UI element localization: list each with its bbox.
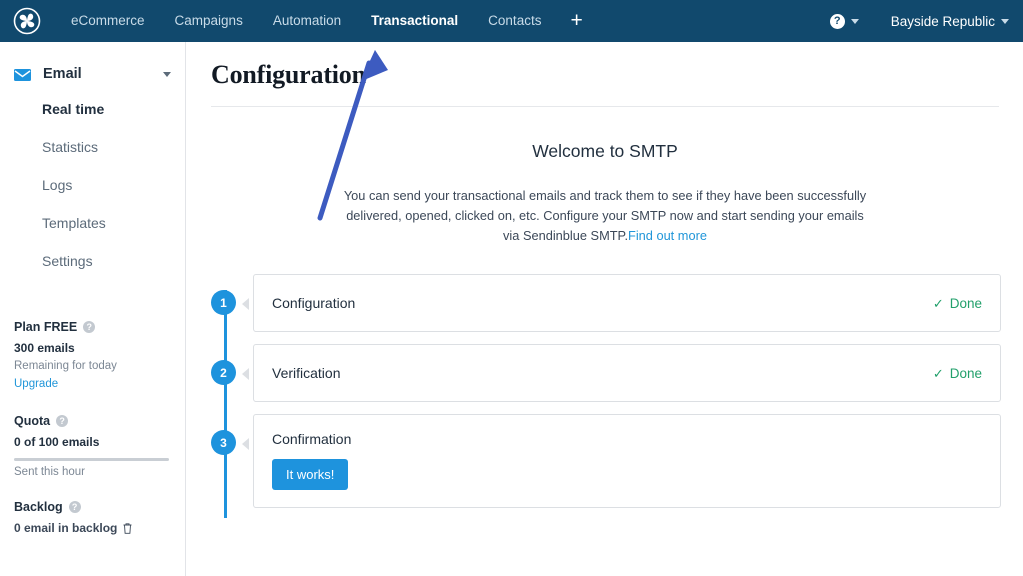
- step-configuration: 1 Configuration ✓ Done: [211, 274, 1001, 332]
- sidebar-item-templates[interactable]: Templates: [0, 204, 185, 242]
- chevron-down-icon: [850, 18, 859, 24]
- quota-subtitle: Sent this hour: [14, 466, 85, 478]
- step-notch: [242, 438, 249, 450]
- quota-progress-bar[interactable]: [14, 458, 169, 461]
- welcome-description: You can send your transactional emails a…: [340, 186, 870, 246]
- help-tooltip-icon[interactable]: ?: [56, 415, 69, 427]
- sidebar-item-logs[interactable]: Logs: [0, 166, 185, 204]
- step-card-confirmation[interactable]: Confirmation It works!: [253, 414, 1001, 508]
- plan-title-row: Plan FREE ?: [14, 320, 171, 334]
- backlog-block: Backlog ? 0 email in backlog: [0, 500, 185, 535]
- welcome-heading: Welcome to SMTP: [532, 141, 678, 161]
- nav-item-automation[interactable]: Automation: [258, 0, 356, 42]
- step-notch: [242, 298, 249, 310]
- sidebar-item-statistics[interactable]: Statistics: [0, 128, 185, 166]
- find-out-more-link[interactable]: Find out more: [628, 228, 707, 243]
- backlog-title-row: Backlog ?: [14, 500, 171, 514]
- app-window: eCommerce Campaigns Automation Transacti…: [0, 0, 1023, 576]
- plan-amount-value: 300 emails: [14, 341, 75, 355]
- plan-block: Plan FREE ? 300 emails Remaining for tod…: [0, 320, 185, 392]
- check-icon: ✓: [932, 365, 944, 381]
- sidebar: Email Real time Statistics Logs Template…: [0, 42, 186, 576]
- page-title: Configuration: [211, 60, 366, 89]
- step-card-label: Confirmation: [272, 431, 352, 447]
- nav-item-contacts[interactable]: Contacts: [473, 0, 556, 42]
- envelope-icon: [14, 68, 31, 81]
- status-badge: ✓ Done: [933, 296, 982, 311]
- step-number-badge[interactable]: 3: [211, 430, 236, 455]
- plan-amount: 300 emails: [14, 341, 171, 355]
- upgrade-link[interactable]: Upgrade: [14, 378, 58, 390]
- it-works-button[interactable]: It works!: [272, 459, 349, 490]
- nav-items: eCommerce Campaigns Automation Transacti…: [56, 0, 597, 42]
- account-label: Bayside Republic: [890, 13, 995, 29]
- main-content: Configuration Welcome to SMTP You can se…: [187, 42, 1023, 576]
- quota-value-text: 0 of 100 emails: [14, 435, 100, 449]
- sidebar-item-real-time[interactable]: Real time: [0, 90, 185, 128]
- chevron-down-icon: [1001, 18, 1009, 24]
- title-divider: [211, 106, 999, 107]
- step-number-badge[interactable]: 2: [211, 360, 236, 385]
- plan-subtitle: Remaining for today: [14, 360, 117, 372]
- step-card-label: Verification: [272, 365, 341, 381]
- trash-icon[interactable]: [123, 522, 132, 534]
- step-card-label: Configuration: [272, 295, 356, 311]
- sidebar-section-email[interactable]: Email: [0, 58, 185, 90]
- help-menu[interactable]: ?: [829, 13, 859, 29]
- step-card-configuration[interactable]: Configuration ✓ Done: [253, 274, 1001, 332]
- setup-stepper: 1 Configuration ✓ Done 2 Verification ✓: [211, 274, 1001, 518]
- step-notch: [242, 368, 249, 380]
- quota-title: Quota: [14, 414, 51, 428]
- step-number-badge[interactable]: 1: [211, 290, 236, 315]
- backlog-value-row: 0 email in backlog: [14, 521, 171, 535]
- stepper-connector-line: [224, 290, 227, 518]
- backlog-title: Backlog: [14, 500, 63, 514]
- welcome-description-text: You can send your transactional emails a…: [343, 188, 867, 243]
- sidebar-item-settings[interactable]: Settings: [0, 242, 185, 280]
- top-navbar: eCommerce Campaigns Automation Transacti…: [0, 0, 1023, 42]
- nav-item-transactional[interactable]: Transactional: [356, 0, 473, 42]
- sendinblue-pinwheel-logo-icon[interactable]: [12, 6, 42, 36]
- help-tooltip-icon[interactable]: ?: [83, 321, 96, 333]
- nav-item-ecommerce[interactable]: eCommerce: [56, 0, 160, 42]
- plan-title: Plan FREE: [14, 320, 78, 334]
- sidebar-section-label: Email: [43, 66, 82, 82]
- quota-title-row: Quota ?: [14, 414, 171, 428]
- help-icon: ?: [829, 13, 845, 29]
- status-label: Done: [949, 365, 982, 381]
- step-card-verification[interactable]: Verification ✓ Done: [253, 344, 1001, 402]
- quota-block: Quota ? 0 of 100 emails Sent this hour: [0, 414, 185, 478]
- account-menu[interactable]: Bayside Republic: [891, 14, 1009, 29]
- backlog-value: 0 email in backlog: [14, 521, 118, 535]
- quota-value: 0 of 100 emails: [14, 435, 171, 449]
- nav-item-campaigns[interactable]: Campaigns: [160, 0, 258, 42]
- chevron-down-icon: [163, 71, 171, 77]
- step-confirmation: 3 Confirmation It works!: [211, 414, 1001, 508]
- step-verification: 2 Verification ✓ Done: [211, 344, 1001, 402]
- add-app-button[interactable]: +: [556, 0, 596, 42]
- help-tooltip-icon[interactable]: ?: [68, 501, 81, 513]
- navbar-right: ? Bayside Republic: [829, 13, 1023, 29]
- status-badge: ✓ Done: [933, 366, 982, 381]
- status-label: Done: [949, 295, 982, 311]
- check-icon: ✓: [932, 295, 944, 311]
